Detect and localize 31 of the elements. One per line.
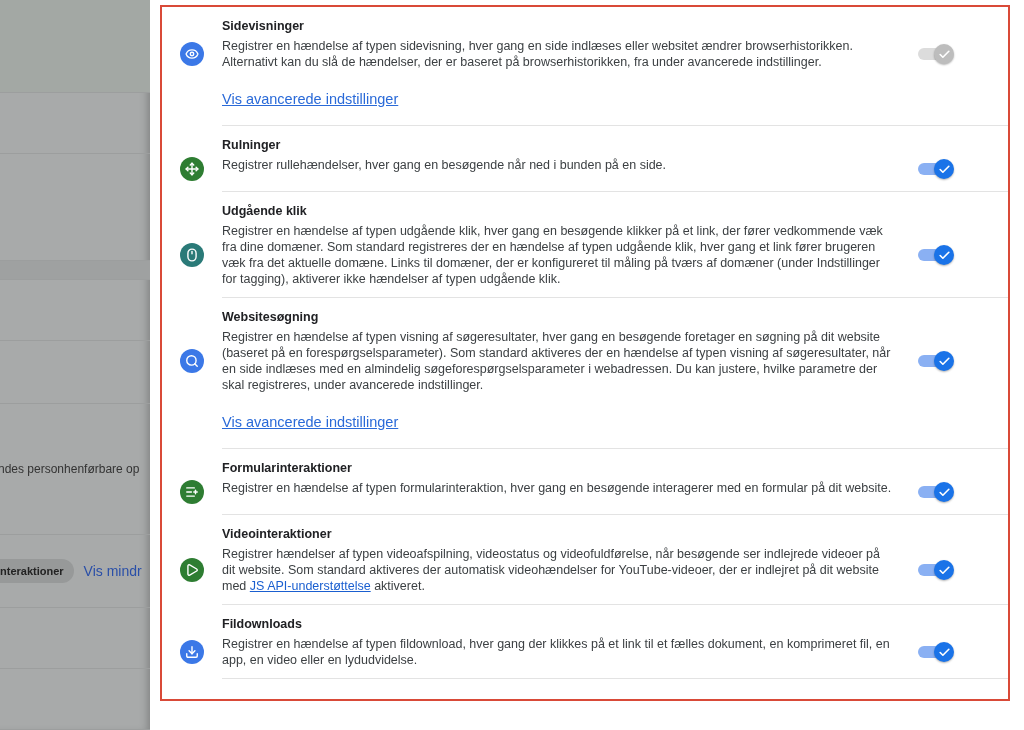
check-icon (937, 248, 951, 262)
event-description: Registrer en hændelse af typen formularinteraktion, hver gang en besøgende interagerer med en formular på dit website. (222, 480, 893, 497)
check-icon (937, 162, 951, 176)
check-icon (937, 354, 951, 368)
toggle-switch[interactable] (918, 245, 956, 265)
toggle-switch[interactable] (918, 482, 956, 502)
inline-link[interactable]: JS API-understøttelse (249, 579, 371, 593)
filter-chip[interactable]: nteraktioner (0, 559, 74, 583)
show-less-link[interactable]: Vis mindr (83, 563, 142, 579)
event-title: Sidevisninger (222, 18, 305, 35)
event-title: Udgående klik (222, 203, 308, 220)
check-icon (937, 563, 951, 577)
toggle-switch[interactable] (918, 351, 956, 371)
event-description: Registrer en hændelse af typen udgående klik, hver gang en besøgende klikker på et link, der fører vedkommende væk fra dine domæner. Som standard registreres der en hændelse af typen udgående klik, hver gang et link fører brugeren væk fra det aktuelle domæne. Links til domæner, der er konfigureret til måling på tværs af domæner (under Indstillinger for tagging), aktiverer ikke hændelser af typen udgående klik. (222, 223, 884, 287)
event-title: Fildownloads (222, 616, 303, 633)
event-description: Registrer rullehændelser, hver gang en besøgende når ned i bunden på en side. (222, 157, 668, 174)
toggle-switch[interactable] (918, 642, 956, 662)
advanced-settings-link[interactable]: Vis avancerede indstillinger (222, 413, 399, 431)
event-description: Registrer en hændelse af typen visning af søgeresultater, hver gang en besøgende foretager en søgning på dit website (baseret på en forespørgselsparameter). Som standard aktiveres der en hændelse af typen visning af søgeresultater, når en side indlæses med en almindelig søgeforespørgselsparameter i webadressen. Du kan justere, hvilke parametre der skal registreres, under avancerede indstillinger. (222, 329, 892, 393)
event-title: Videointeraktioner (222, 526, 333, 543)
event-description: Registrer hændelser af typen videoafspilning, videostatus og videofuldførelse, når besøgende ser indlejrede videoer på dit website. Som standard aktiveres der automatisk videohændelser for YouTube-videoer, der er indlejret på dit website med JS API-understøttelse aktiveret. (222, 546, 882, 594)
event-description: Registrer en hændelse af typen fildownload, hver gang der klikkes på et link til et fælles dokument, en komprimeret fil, en app, en video eller en lydudvidelse. (222, 636, 891, 668)
check-icon (937, 47, 951, 61)
event-title: Rulninger (222, 137, 282, 154)
event-description: Registrer en hændelse af typen sidevisning, hver gang en side indlæses eller websitet ændrer browserhistorikken. Alternativt kan du slå de hændelser, der er baseret på browserhistorikken, fra under avancerede indstillinger. (222, 38, 854, 70)
check-icon (937, 485, 951, 499)
check-icon (937, 645, 951, 659)
toggle-switch[interactable] (918, 560, 956, 580)
event-title: Formularinteraktioner (222, 460, 353, 477)
event-title: Websitesøgning (222, 309, 320, 326)
toggle-switch[interactable] (918, 159, 956, 179)
